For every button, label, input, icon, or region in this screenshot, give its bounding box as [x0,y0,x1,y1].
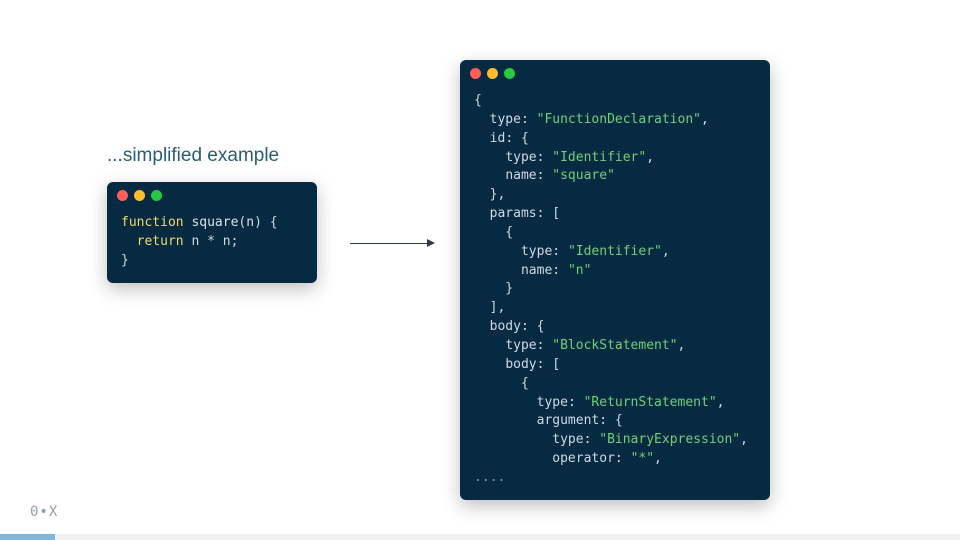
progress-bar [0,534,55,540]
arrow-icon [350,243,435,244]
minimize-traffic-light-icon [134,190,145,201]
code-window-left: function square(n) { return n * n; } [107,182,317,283]
zoom-traffic-light-icon [151,190,162,201]
code-content-left: function square(n) { return n * n; } [107,208,317,283]
close-traffic-light-icon [117,190,128,201]
progress-track [0,534,960,540]
zoom-traffic-light-icon [504,68,515,79]
code-content-right: { type: "FunctionDeclaration", id: { typ… [460,86,770,500]
caption-text: ...simplified example [107,145,279,167]
window-titlebar [460,60,770,86]
code-window-right: { type: "FunctionDeclaration", id: { typ… [460,60,770,500]
footer-logo: 0•X [30,504,58,520]
close-traffic-light-icon [470,68,481,79]
window-titlebar [107,182,317,208]
minimize-traffic-light-icon [487,68,498,79]
